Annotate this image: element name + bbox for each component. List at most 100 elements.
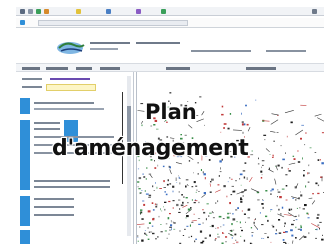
map-parcel	[172, 185, 175, 188]
address-bar	[16, 18, 324, 28]
map-road	[169, 169, 172, 175]
nav-item[interactable]	[76, 67, 92, 70]
nav-item[interactable]	[22, 67, 40, 70]
map-parcel	[148, 197, 151, 198]
map-parcel	[147, 238, 150, 240]
map-parcel	[155, 182, 156, 184]
back-icon[interactable]	[20, 9, 25, 14]
map-parcel	[164, 201, 167, 203]
map-parcel	[140, 213, 141, 215]
map-parcel	[284, 222, 286, 225]
nav-item[interactable]	[166, 67, 190, 70]
map-parcel	[141, 124, 143, 127]
map-parcel	[244, 189, 247, 191]
map-parcel	[144, 230, 146, 231]
map-parcel	[297, 150, 299, 152]
map-parcel	[137, 240, 139, 242]
map-parcel	[151, 225, 154, 227]
home-icon[interactable]	[44, 9, 49, 14]
layer-bar[interactable]	[20, 120, 30, 190]
map-parcel	[269, 154, 271, 155]
map-parcel	[272, 154, 274, 157]
map-parcel	[287, 168, 289, 170]
map-parcel	[270, 209, 273, 211]
map-parcel	[195, 238, 197, 240]
map-parcel	[141, 218, 144, 220]
map-parcel	[241, 123, 244, 126]
map-parcel	[215, 227, 217, 229]
map-parcel	[190, 235, 193, 238]
map-parcel	[198, 201, 200, 204]
map-parcel	[255, 218, 256, 220]
map-parcel	[262, 206, 264, 209]
layer-label	[22, 86, 42, 88]
map-parcel	[204, 237, 207, 239]
map-parcel	[240, 184, 242, 186]
map-road	[214, 189, 221, 193]
map-parcel	[188, 236, 190, 238]
map-parcel	[214, 239, 216, 241]
map-parcel	[276, 204, 278, 207]
menu-icon[interactable]	[312, 9, 317, 14]
site-header	[16, 30, 324, 63]
selected-layer[interactable]	[46, 84, 96, 91]
layer-bar[interactable]	[20, 98, 30, 114]
map-parcel	[185, 197, 188, 199]
map-parcel	[319, 227, 320, 230]
layer-label	[34, 206, 74, 208]
map-parcel	[162, 165, 165, 168]
map-parcel	[251, 232, 254, 233]
map-parcel	[291, 223, 294, 226]
map-parcel	[242, 195, 244, 197]
map-road	[137, 223, 145, 225]
map-parcel	[301, 124, 304, 126]
map-parcel	[229, 177, 231, 179]
nav-item[interactable]	[100, 67, 120, 70]
map-parcel	[241, 121, 244, 123]
map-parcel	[209, 234, 211, 237]
refresh-icon[interactable]	[36, 9, 41, 14]
map-parcel	[160, 208, 161, 211]
map-parcel	[261, 203, 264, 205]
map-parcel	[200, 241, 204, 244]
map-road	[270, 131, 276, 133]
layer-bar[interactable]	[20, 230, 30, 244]
map-parcel	[202, 171, 204, 174]
map-parcel	[156, 186, 158, 189]
map-parcel	[251, 234, 253, 237]
map-parcel	[222, 224, 225, 226]
map-road	[311, 200, 316, 205]
map-parcel	[230, 178, 233, 180]
map-parcel	[233, 229, 235, 231]
map-parcel	[270, 210, 271, 212]
map-parcel	[195, 191, 197, 193]
forward-icon[interactable]	[28, 9, 33, 14]
map-parcel	[227, 181, 229, 183]
tool-icon[interactable]	[161, 9, 166, 14]
map-parcel	[137, 237, 139, 238]
map-parcel	[220, 167, 221, 170]
map-parcel	[231, 185, 234, 187]
map-parcel	[257, 199, 260, 201]
map-road	[188, 124, 193, 129]
map-parcel	[285, 185, 288, 187]
map-parcel	[288, 208, 291, 211]
map-parcel	[275, 233, 278, 235]
tool-icon[interactable]	[106, 9, 111, 14]
tool-icon[interactable]	[136, 9, 141, 14]
map-parcel	[235, 180, 237, 182]
url-input[interactable]	[38, 20, 188, 26]
map-parcel	[270, 190, 273, 192]
nav-item[interactable]	[246, 67, 276, 70]
star-icon[interactable]	[76, 9, 81, 14]
map-parcel	[173, 221, 174, 224]
map-parcel	[321, 162, 324, 165]
map-parcel	[319, 221, 322, 223]
map-road	[201, 111, 205, 116]
map-parcel	[143, 203, 146, 206]
layer-bar[interactable]	[20, 196, 30, 226]
nav-item[interactable]	[46, 67, 68, 70]
map-parcel	[199, 96, 202, 98]
map-parcel	[272, 157, 274, 158]
map-parcel	[148, 173, 152, 175]
